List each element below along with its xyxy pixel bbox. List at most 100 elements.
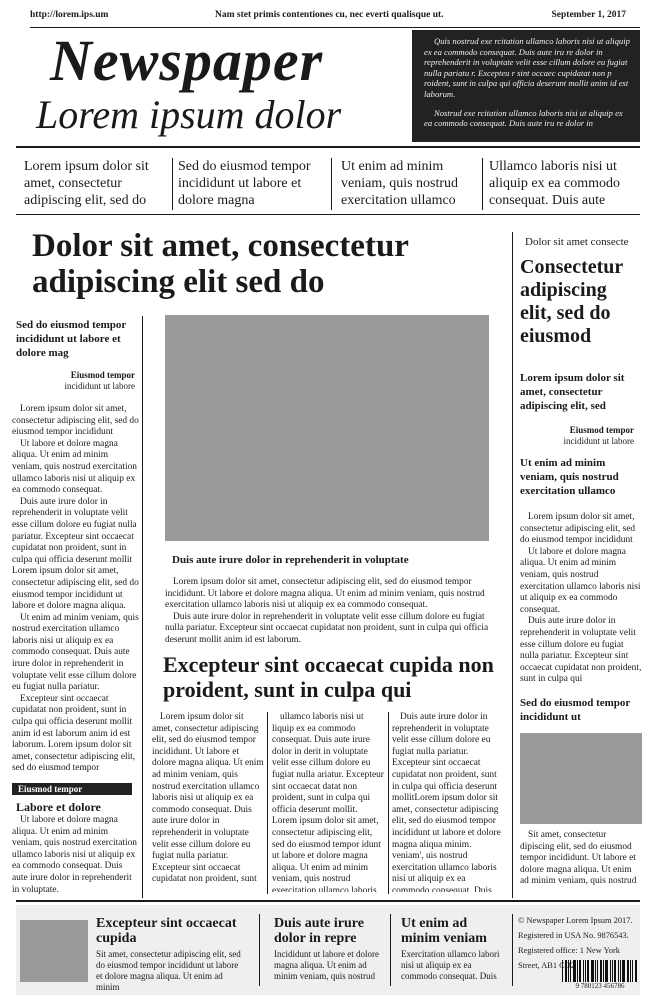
- paragraph: Sit amet, consectetur dipiscing elit, se…: [520, 830, 637, 887]
- right-column-subtitle-3: Sed do eiusmod tempor incididunt ut: [520, 697, 631, 723]
- barcode-bar: [585, 960, 586, 982]
- barcode-bar: [618, 960, 619, 982]
- teaser-3[interactable]: Ut enim ad minim veniam, quis nostrud ex…: [341, 158, 477, 210]
- barcode-bar: [614, 960, 616, 982]
- teaser-1[interactable]: Lorem ipsum dolor sit amet, consectetur …: [24, 158, 168, 210]
- paragraph: Lorem ipsum dolor sit amet, consectetur …: [152, 712, 264, 885]
- right-byline: Eiusmod tempor incididunt ut labore: [520, 425, 634, 447]
- footer-item-text: Sit amet, consectetur adipiscing elit, s…: [96, 949, 241, 992]
- barcode-bar: [622, 960, 625, 982]
- center-lead: Lorem ipsum dolor sit amet, consectetur …: [165, 577, 495, 646]
- barcode-bar: [583, 960, 584, 982]
- issue-date: September 1, 2017: [551, 10, 627, 20]
- masthead-box-paragraph: Quis nostrud exe rcitation ullamco labor…: [424, 36, 630, 99]
- divider: [331, 158, 332, 210]
- divider: [482, 158, 483, 210]
- footer-item-title: Excepteur sint occaecat cupida: [96, 916, 237, 946]
- barcode-number: 9 780123 456786: [575, 982, 625, 990]
- byline-name: Eiusmod tempor: [70, 370, 135, 380]
- barcode-bar: [605, 960, 608, 982]
- divider: [172, 158, 173, 210]
- byline-name: Eiusmod tempor: [569, 425, 634, 435]
- paragraph: Duis aute irure dolor in reprehenderit i…: [165, 611, 489, 645]
- divider: [512, 232, 513, 898]
- barcode: 9 780123 456786: [562, 960, 638, 990]
- barcode-bar: [577, 960, 578, 982]
- right-column-subtitle-2: Ut enim ad minim veniam, quis nostrud ex…: [520, 457, 619, 497]
- right-column-title: Consectetur adipiscing elit, sed do eius…: [520, 256, 623, 347]
- center-column-3: Duis aute irure dolor in reprehenderit i…: [392, 712, 504, 892]
- barcode-bar: [600, 960, 602, 982]
- left-section-tag: Eiusmod tempor: [12, 783, 132, 795]
- barcode-bar: [603, 960, 604, 982]
- right-column-subtitle: Lorem ipsum dolor sit amet, consectetur …: [520, 372, 625, 412]
- paragraph: Ut labore et dolore magna aliqua. Ut eni…: [12, 815, 137, 895]
- masthead-title: Newspaper: [50, 28, 324, 93]
- paragraph: Ut labore et dolore magna aliqua. Ut eni…: [12, 438, 137, 496]
- teaser-2[interactable]: Sed do eiusmod tempor incididunt ut labo…: [178, 158, 328, 210]
- divider: [142, 316, 143, 898]
- main-photo: [165, 315, 489, 541]
- center-column-1: Lorem ipsum dolor sit amet, consectetur …: [152, 712, 264, 892]
- barcode-bar: [573, 960, 576, 982]
- divider: [512, 914, 513, 986]
- barcode-bar: [597, 960, 598, 982]
- byline-role: incididunt ut labore: [563, 436, 634, 446]
- main-headline: Dolor sit amet, consectetur adipiscing e…: [32, 228, 409, 300]
- right-column-body-2: Sit amet, consectetur dipiscing elit, se…: [520, 830, 642, 890]
- photo-caption: Duis aute irure dolor in reprehenderit i…: [172, 554, 409, 566]
- barcode-bar: [620, 960, 621, 982]
- paragraph: Duis aute irure dolor in reprehenderit i…: [392, 712, 501, 892]
- paragraph: ullamco laboris nisi ut liquip ex ea com…: [272, 712, 384, 892]
- left-byline: Eiusmod tempor incididunt ut labore: [16, 370, 135, 392]
- divider: [16, 146, 640, 148]
- barcode-bar: [630, 960, 631, 982]
- divider: [16, 900, 640, 902]
- left-column-subtitle: Labore et dolore: [16, 800, 101, 814]
- paragraph: Lorem ipsum dolor sit amet, consectetur …: [520, 512, 636, 546]
- masthead-subtitle: Lorem ipsum dolor: [36, 92, 342, 137]
- paragraph: Lorem ipsum dolor sit amet, consectetur …: [12, 404, 139, 438]
- center-column-2: ullamco laboris nisi ut liquip ex ea com…: [272, 712, 384, 892]
- barcode-bar: [632, 960, 633, 982]
- barcode-bar: [635, 960, 637, 982]
- barcode-bar: [568, 960, 569, 982]
- barcode-bar: [562, 960, 563, 982]
- barcode-bars: [562, 960, 638, 982]
- divider: [259, 914, 260, 986]
- footer-item-title: Ut enim ad minim veniam: [401, 916, 487, 946]
- teaser-4[interactable]: Ullamco laboris nisi ut aliquip ex ea co…: [489, 158, 639, 210]
- divider: [16, 214, 640, 215]
- left-column-title: Sed do eiusmod tempor incididunt ut labo…: [16, 319, 127, 359]
- right-kicker: Dolor sit amet consecte: [525, 236, 629, 248]
- barcode-bar: [565, 960, 567, 982]
- top-tagline: Nam stet primis contentiones cu, nec eve…: [215, 10, 444, 20]
- footer-item-1[interactable]: Excepteur sint occaecat cupida Sit amet,…: [96, 916, 244, 993]
- footer-item-2[interactable]: Duis aute irure dolor in repre Incididun…: [274, 916, 386, 982]
- sub-headline: Excepteur sint occaecat cupida non proid…: [163, 652, 494, 702]
- footer-photo: [20, 920, 88, 982]
- footer-item-title: Duis aute irure dolor in repre: [274, 916, 364, 946]
- paragraph: Duis aute irure dolor in reprehenderit i…: [12, 496, 139, 612]
- barcode-bar: [587, 960, 589, 982]
- barcode-bar: [579, 960, 581, 982]
- divider: [388, 712, 389, 894]
- barcode-bar: [612, 960, 613, 982]
- divider: [267, 712, 268, 894]
- barcode-bar: [595, 960, 596, 982]
- barcode-bar: [627, 960, 629, 982]
- masthead-box-paragraph: Nostrud exe rcitation ullamco laboris ni…: [424, 107, 623, 129]
- side-photo: [520, 733, 642, 824]
- paragraph: Duis aute irure dolor in reprehenderit i…: [520, 616, 642, 685]
- top-bar: http://lorem.ips.um Nam stet primis cont…: [30, 10, 626, 28]
- barcode-bar: [591, 960, 594, 982]
- masthead-box: Quis nostrud exe rcitation ullamco labor…: [412, 30, 640, 142]
- footer-registration: Registered in USA No. 9876543.: [518, 931, 629, 940]
- byline-role: incididunt ut labore: [64, 381, 135, 391]
- divider: [390, 914, 391, 986]
- footer-item-3[interactable]: Ut enim ad minim veniam Exercitation ull…: [401, 916, 509, 982]
- left-column-body: Lorem ipsum dolor sit amet, consectetur …: [12, 404, 140, 794]
- site-url: http://lorem.ips.um: [30, 10, 109, 20]
- paragraph: Lorem ipsum dolor sit amet, consectetur …: [165, 577, 485, 610]
- paragraph: Excepteur sint occaecat cupidatat non pr…: [12, 693, 136, 774]
